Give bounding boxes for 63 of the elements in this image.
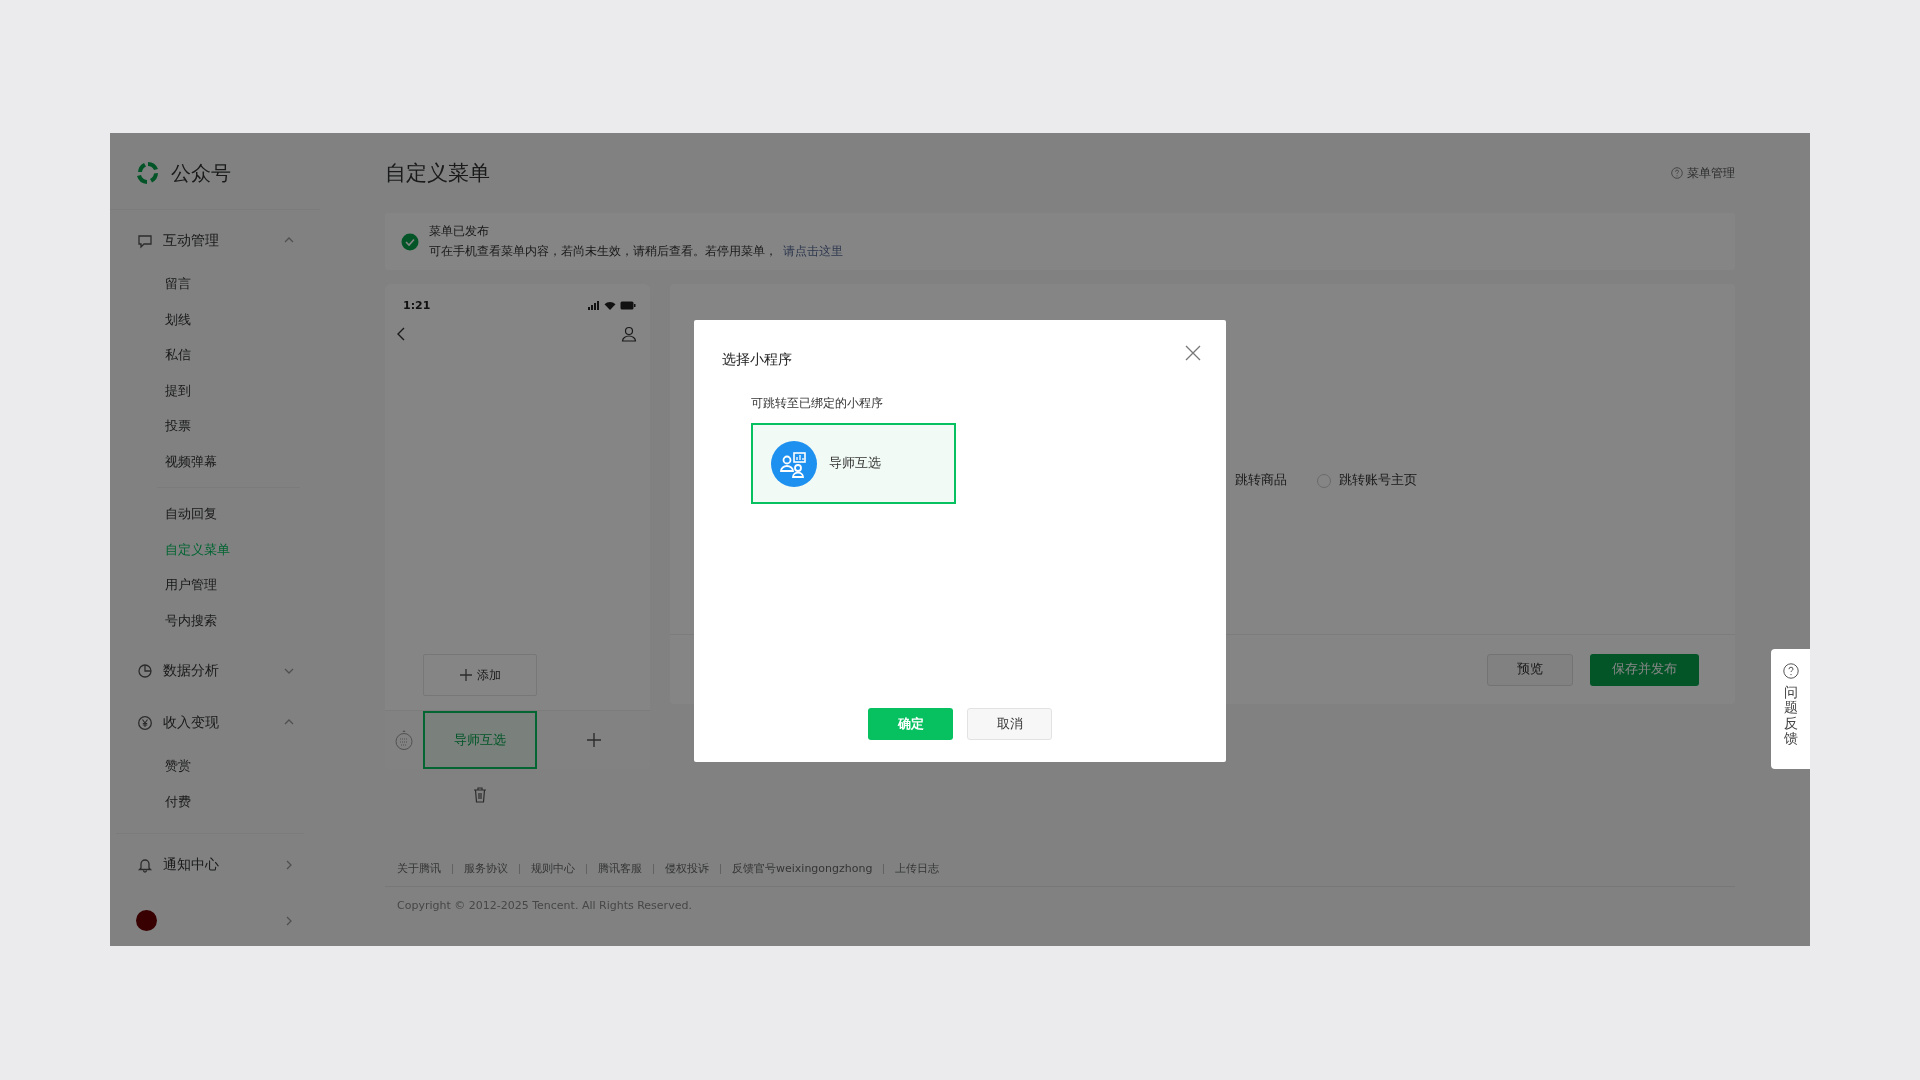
nav-section[interactable]: 收入变现 <box>163 714 272 732</box>
footer-link[interactable]: 侵权投诉 <box>665 861 709 876</box>
feedback-tab[interactable]: 问题反馈 <box>1771 649 1810 769</box>
pie-chart-icon <box>137 663 153 679</box>
footer-link[interactable]: 关于腾讯 <box>397 861 441 876</box>
footer-link[interactable]: 服务协议 <box>464 861 508 876</box>
cancel-button[interactable]: 取消 <box>967 708 1052 740</box>
yen-icon <box>137 715 153 731</box>
people-chart-icon <box>771 440 817 487</box>
logo-text: 公众号 <box>171 159 231 187</box>
nav-item[interactable]: 投票 <box>165 408 320 444</box>
nav-item[interactable]: 划线 <box>165 301 320 337</box>
help-icon <box>1782 663 1799 679</box>
nav-section[interactable]: 互动管理 <box>163 232 272 250</box>
chat-icon <box>137 233 153 249</box>
preview-button[interactable]: 预览 <box>1487 653 1573 686</box>
footer-link[interactable]: 反馈官号weixingongzhong <box>732 861 873 876</box>
back-icon[interactable] <box>395 326 407 342</box>
battery-icon <box>620 300 636 310</box>
confirm-button[interactable]: 确定 <box>868 708 953 740</box>
miniprogram-card[interactable]: 导师互选 <box>751 423 956 504</box>
success-check-icon <box>401 232 419 251</box>
nav-item[interactable]: 留言 <box>165 266 320 302</box>
user-icon[interactable] <box>621 326 637 342</box>
wifi-icon <box>604 300 616 310</box>
menu-management-link[interactable]: 菜单管理 <box>1687 164 1735 182</box>
notice-text: 可在手机查看菜单内容，若尚未生效，请稍后查看。若停用菜单， 请点击这里 <box>429 243 843 260</box>
keyboard-icon <box>394 729 414 751</box>
nav-item[interactable]: 付费 <box>165 783 320 819</box>
signal-icon <box>588 300 600 310</box>
nav-item[interactable]: 提到 <box>165 372 320 408</box>
menu-tab[interactable]: 导师互选 <box>423 711 537 769</box>
add-submenu-button[interactable]: 添加 <box>423 654 537 696</box>
nav-section[interactable]: 通知中心 <box>163 856 272 874</box>
footer-link[interactable]: 规则中心 <box>531 861 575 876</box>
save-publish-button[interactable]: 保存并发布 <box>1590 653 1699 686</box>
nav-item[interactable]: 自动回复 <box>165 496 320 532</box>
plus-icon[interactable] <box>585 732 602 748</box>
notice-title: 菜单已发布 <box>429 223 490 240</box>
nav-item[interactable]: 用户管理 <box>165 567 320 603</box>
footer-link[interactable]: 上传日志 <box>895 861 940 876</box>
copyright-text: Copyright © 2012-2025 Tencent. All Rights Reserved. <box>396 898 693 912</box>
dialog-description: 可跳转至已绑定的小程序 <box>751 395 884 412</box>
miniprogram-name: 导师互选 <box>829 455 881 472</box>
option-label: 跳转账号主页 <box>1339 472 1417 489</box>
page-title: 自定义菜单 <box>385 160 491 187</box>
radio-button[interactable] <box>1317 473 1331 488</box>
nav-item[interactable]: 私信 <box>165 337 320 373</box>
plus-icon <box>459 669 472 681</box>
nav-item[interactable]: 视频弹幕 <box>165 443 320 479</box>
trash-icon[interactable] <box>473 787 487 803</box>
dialog-title: 选择小程序 <box>722 351 792 369</box>
help-icon <box>1671 167 1683 179</box>
avatar[interactable] <box>136 910 157 931</box>
footer-link[interactable]: 腾讯客服 <box>598 861 642 876</box>
status-time: 1:21 <box>403 298 431 312</box>
click-here-link[interactable]: 请点击这里 <box>783 244 843 258</box>
feedback-label: 问题反馈 <box>1783 685 1798 747</box>
nav-section[interactable]: 数据分析 <box>163 662 272 680</box>
bell-icon <box>137 857 153 873</box>
option-label: 跳转商品 <box>1235 472 1287 489</box>
nav-item[interactable]: 号内搜索 <box>165 602 320 638</box>
nav-item[interactable]: 赞赏 <box>165 748 320 784</box>
